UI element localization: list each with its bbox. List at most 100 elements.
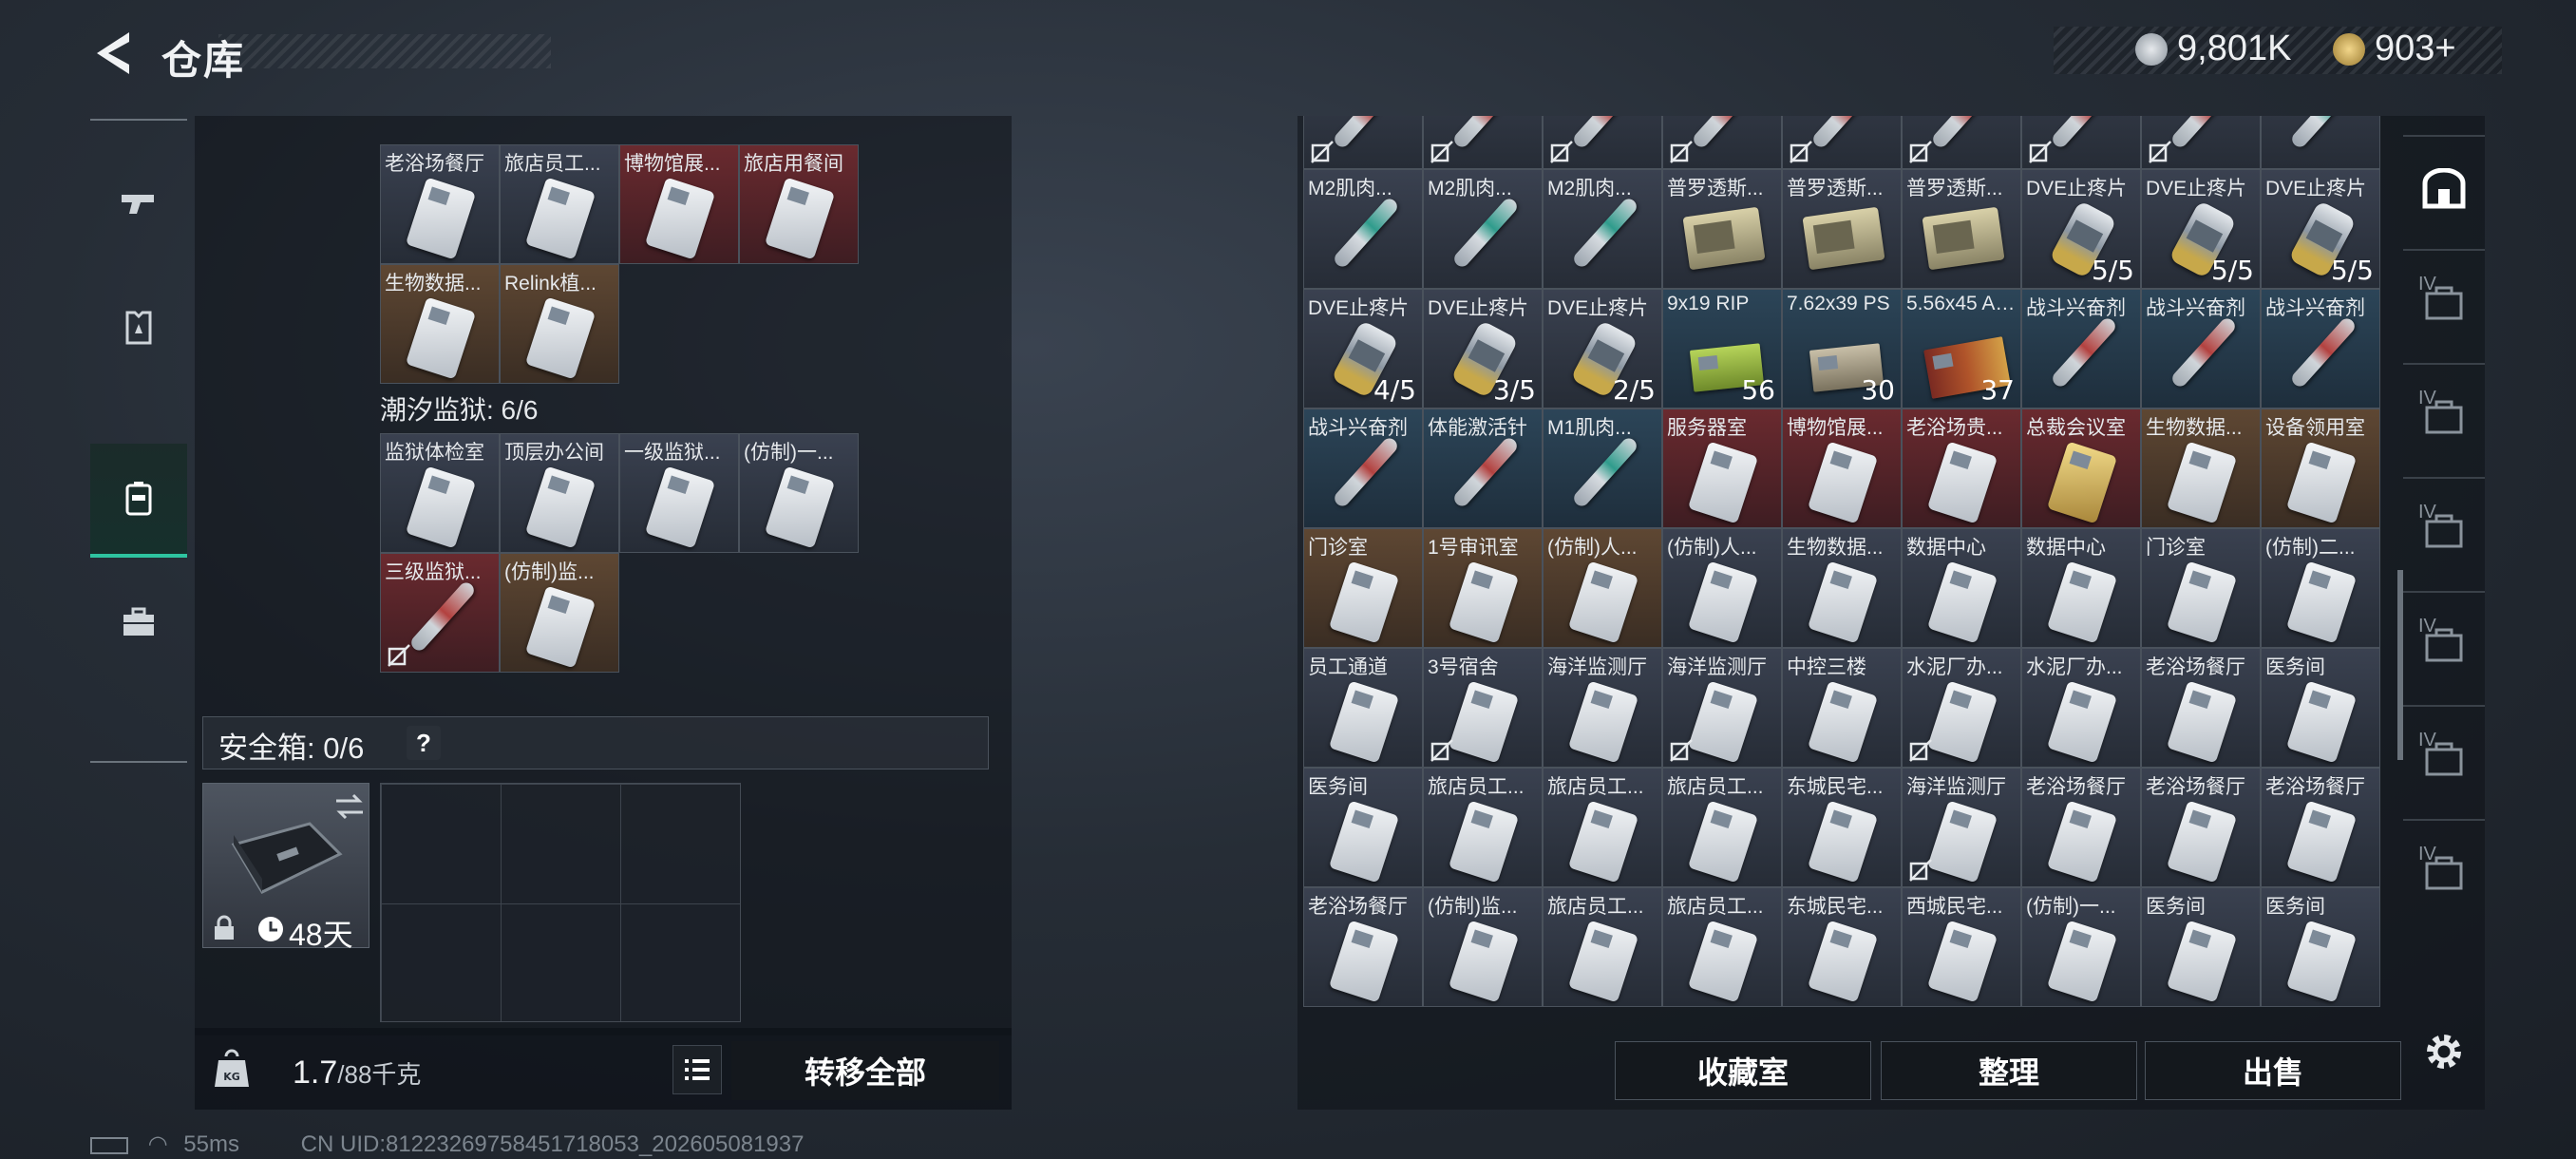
item-card[interactable]: DVE止疼片 4/5 <box>1303 289 1423 408</box>
stash-tab-0[interactable] <box>2403 135 2485 241</box>
item-card[interactable]: 总裁会议室 <box>2021 408 2141 528</box>
collection-room-button[interactable]: 收藏室 <box>1615 1041 1871 1100</box>
item-card[interactable]: 旅店员工... <box>1662 768 1782 887</box>
item-card[interactable]: 1号审讯室 <box>1423 528 1543 648</box>
item-card[interactable]: 老浴场贵... <box>1902 408 2021 528</box>
item-card[interactable]: (仿制)一... <box>739 433 859 553</box>
organize-button[interactable]: 整理 <box>1881 1041 2137 1100</box>
nav-backpack[interactable] <box>90 444 187 558</box>
item-card[interactable] <box>2021 116 2141 169</box>
item-card[interactable]: DVE止疼片 3/5 <box>1423 289 1543 408</box>
item-card[interactable]: 3号宿舍 <box>1423 648 1543 768</box>
item-card[interactable]: 三级监狱... <box>380 553 500 673</box>
item-card[interactable]: M2肌肉... <box>1543 169 1662 289</box>
stash-tab-6[interactable]: IV <box>2403 819 2485 925</box>
item-card[interactable]: 老浴场餐厅 <box>2141 768 2261 887</box>
item-card[interactable]: 旅店员工... <box>1543 887 1662 1007</box>
item-card[interactable]: M2肌肉... <box>1303 169 1423 289</box>
item-card[interactable]: 旅店员工... <box>1423 768 1543 887</box>
item-card[interactable]: 一级监狱... <box>619 433 739 553</box>
item-card[interactable]: 生物数据... <box>1782 528 1902 648</box>
item-card[interactable]: 老浴场餐厅 <box>1303 887 1423 1007</box>
item-card[interactable]: DVE止疼片 5/5 <box>2261 169 2380 289</box>
stash-tab-4[interactable]: IV <box>2403 591 2485 697</box>
item-card[interactable]: 普罗透斯... <box>1782 169 1902 289</box>
item-card[interactable]: 东城民宅... <box>1782 887 1902 1007</box>
item-card[interactable]: DVE止疼片 2/5 <box>1543 289 1662 408</box>
item-card[interactable]: 水泥厂办... <box>1902 648 2021 768</box>
item-card[interactable]: 旅店员工... <box>1662 887 1782 1007</box>
item-card[interactable]: 服务器室 <box>1662 408 1782 528</box>
item-card[interactable]: M1肌肉... <box>1543 408 1662 528</box>
item-card[interactable]: 9x19 RIP 56 <box>1662 289 1782 408</box>
item-card[interactable]: 体能激活针 <box>1423 408 1543 528</box>
item-card[interactable]: 老浴场餐厅 <box>2141 648 2261 768</box>
item-card[interactable]: 老浴场餐厅 <box>380 144 500 264</box>
item-card[interactable]: 员工通道 <box>1303 648 1423 768</box>
item-card[interactable]: (仿制)二... <box>2261 528 2380 648</box>
item-card[interactable]: 医务间 <box>2261 887 2380 1007</box>
stash-tab-5[interactable]: IV <box>2403 705 2485 811</box>
item-card[interactable] <box>1902 116 2021 169</box>
item-card[interactable] <box>1662 116 1782 169</box>
item-card[interactable]: 普罗透斯... <box>1662 169 1782 289</box>
item-card[interactable]: DVE止疼片 5/5 <box>2141 169 2261 289</box>
back-button[interactable] <box>87 27 135 80</box>
item-card[interactable]: 数据中心 <box>2021 528 2141 648</box>
help-icon[interactable]: ? <box>407 726 441 760</box>
item-card[interactable]: 普罗透斯... <box>1902 169 2021 289</box>
item-card[interactable]: 博物馆展... <box>1782 408 1902 528</box>
item-card[interactable]: 5.56x45 APC 37 <box>1902 289 2021 408</box>
stash-tab-1[interactable]: IV <box>2403 249 2485 355</box>
item-card[interactable]: 生物数据... <box>2141 408 2261 528</box>
nav-weapons[interactable] <box>90 147 187 261</box>
item-card[interactable] <box>1543 116 1662 169</box>
stash-tab-2[interactable]: IV <box>2403 363 2485 469</box>
item-card[interactable]: 海洋监测厅 <box>1662 648 1782 768</box>
item-card[interactable]: 中控三楼 <box>1782 648 1902 768</box>
item-card[interactable]: (仿制)监... <box>1423 887 1543 1007</box>
item-card[interactable] <box>2141 116 2261 169</box>
item-card[interactable]: 数据中心 <box>1902 528 2021 648</box>
safebox-slots[interactable] <box>380 783 741 1022</box>
transfer-all-button[interactable]: 转移全部 <box>731 1041 999 1100</box>
item-card[interactable]: (仿制)人... <box>1543 528 1662 648</box>
settings-button[interactable] <box>2420 1028 2468 1075</box>
item-card[interactable]: 东城民宅... <box>1782 768 1902 887</box>
item-card[interactable]: 旅店用餐间 <box>739 144 859 264</box>
item-card[interactable]: 医务间 <box>2141 887 2261 1007</box>
sell-button[interactable]: 出售 <box>2145 1041 2401 1100</box>
item-card[interactable]: Relink植... <box>500 264 619 384</box>
nav-toolbox[interactable] <box>90 565 187 679</box>
item-card[interactable]: 西城民宅... <box>1902 887 2021 1007</box>
item-card[interactable]: 旅店员工... <box>1543 768 1662 887</box>
item-card[interactable]: 顶层办公间 <box>500 433 619 553</box>
list-view-button[interactable] <box>672 1045 722 1094</box>
stash-grid[interactable]: M2肌肉... M2肌肉... M2肌肉... 普罗透斯... 普罗透斯... 普罗透斯.… <box>1301 116 2384 1032</box>
item-card[interactable]: 门诊室 <box>1303 528 1423 648</box>
item-card[interactable] <box>1423 116 1543 169</box>
item-card[interactable]: 战斗兴奋剂 <box>2141 289 2261 408</box>
item-card[interactable]: 战斗兴奋剂 <box>2021 289 2141 408</box>
item-card[interactable] <box>1782 116 1902 169</box>
swap-icon[interactable] <box>334 793 365 820</box>
item-card[interactable]: 旅店员工... <box>500 144 619 264</box>
premium-currency[interactable]: 903+ <box>2333 28 2456 69</box>
item-card[interactable]: 海洋监测厅 <box>1902 768 2021 887</box>
item-card[interactable]: 门诊室 <box>2141 528 2261 648</box>
item-card[interactable]: 水泥厂办... <box>2021 648 2141 768</box>
item-card[interactable]: 7.62x39 PS 30 <box>1782 289 1902 408</box>
item-card[interactable]: (仿制)一... <box>2021 887 2141 1007</box>
item-card[interactable]: 医务间 <box>1303 768 1423 887</box>
item-card[interactable] <box>2261 116 2380 169</box>
item-card[interactable]: 老浴场餐厅 <box>2261 768 2380 887</box>
item-card[interactable]: M2肌肉... <box>1423 169 1543 289</box>
safebox-item[interactable]: 48天 <box>202 783 369 952</box>
stash-tab-3[interactable]: IV <box>2403 477 2485 583</box>
item-card[interactable]: (仿制)监... <box>500 553 619 673</box>
item-card[interactable]: 老浴场餐厅 <box>2021 768 2141 887</box>
item-card[interactable]: DVE止疼片 5/5 <box>2021 169 2141 289</box>
item-card[interactable]: 监狱体检室 <box>380 433 500 553</box>
item-card[interactable]: 设备领用室 <box>2261 408 2380 528</box>
item-card[interactable]: 医务间 <box>2261 648 2380 768</box>
